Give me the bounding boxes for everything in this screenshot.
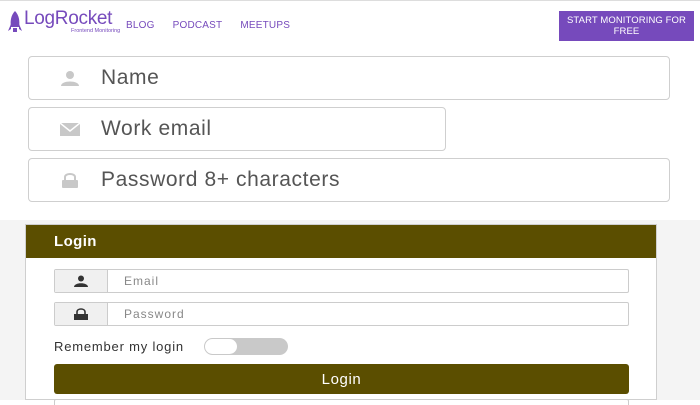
- login-panel-title: Login: [26, 225, 656, 258]
- work-email-placeholder: Work email: [101, 117, 212, 140]
- remember-login-row: Remember my login: [54, 338, 288, 355]
- login-password-placeholder: Password: [124, 307, 185, 321]
- login-password-field[interactable]: Password: [54, 302, 629, 326]
- nav-links: BLOG PODCAST MEETUPS: [126, 20, 308, 31]
- nav-blog-link[interactable]: BLOG: [126, 20, 155, 31]
- rocket-icon: [8, 11, 22, 32]
- login-email-placeholder: Email: [124, 274, 160, 288]
- user-icon: [59, 70, 81, 86]
- top-navigation-bar: LogRocket Frontend Monitoring BLOG PODCA…: [0, 0, 700, 51]
- remember-login-toggle[interactable]: [203, 338, 288, 355]
- login-panel: Login Email Password Remember my login L…: [25, 224, 657, 405]
- name-field[interactable]: Name: [28, 56, 670, 100]
- login-email-field[interactable]: Email: [54, 269, 629, 293]
- signup-password-placeholder: Password 8+ characters: [101, 168, 341, 191]
- lock-icon: [55, 303, 108, 325]
- remember-login-label: Remember my login: [54, 339, 184, 354]
- lock-icon: [59, 172, 81, 188]
- signup-password-field[interactable]: Password 8+ characters: [28, 158, 670, 202]
- brand-name: LogRocket: [24, 8, 113, 29]
- logrocket-logo[interactable]: LogRocket Frontend Monitoring: [8, 8, 120, 36]
- brand-tagline: Frontend Monitoring: [71, 28, 121, 34]
- name-placeholder: Name: [101, 66, 160, 89]
- login-button[interactable]: Login: [54, 364, 629, 394]
- work-email-field[interactable]: Work email: [28, 107, 446, 151]
- nav-meetups-link[interactable]: MEETUPS: [240, 20, 290, 31]
- user-icon: [55, 270, 108, 292]
- start-monitoring-button[interactable]: START MONITORING FOR FREE: [559, 11, 694, 41]
- nav-podcast-link[interactable]: PODCAST: [173, 20, 223, 31]
- envelope-icon: [59, 121, 81, 137]
- toggle-knob: [204, 339, 237, 354]
